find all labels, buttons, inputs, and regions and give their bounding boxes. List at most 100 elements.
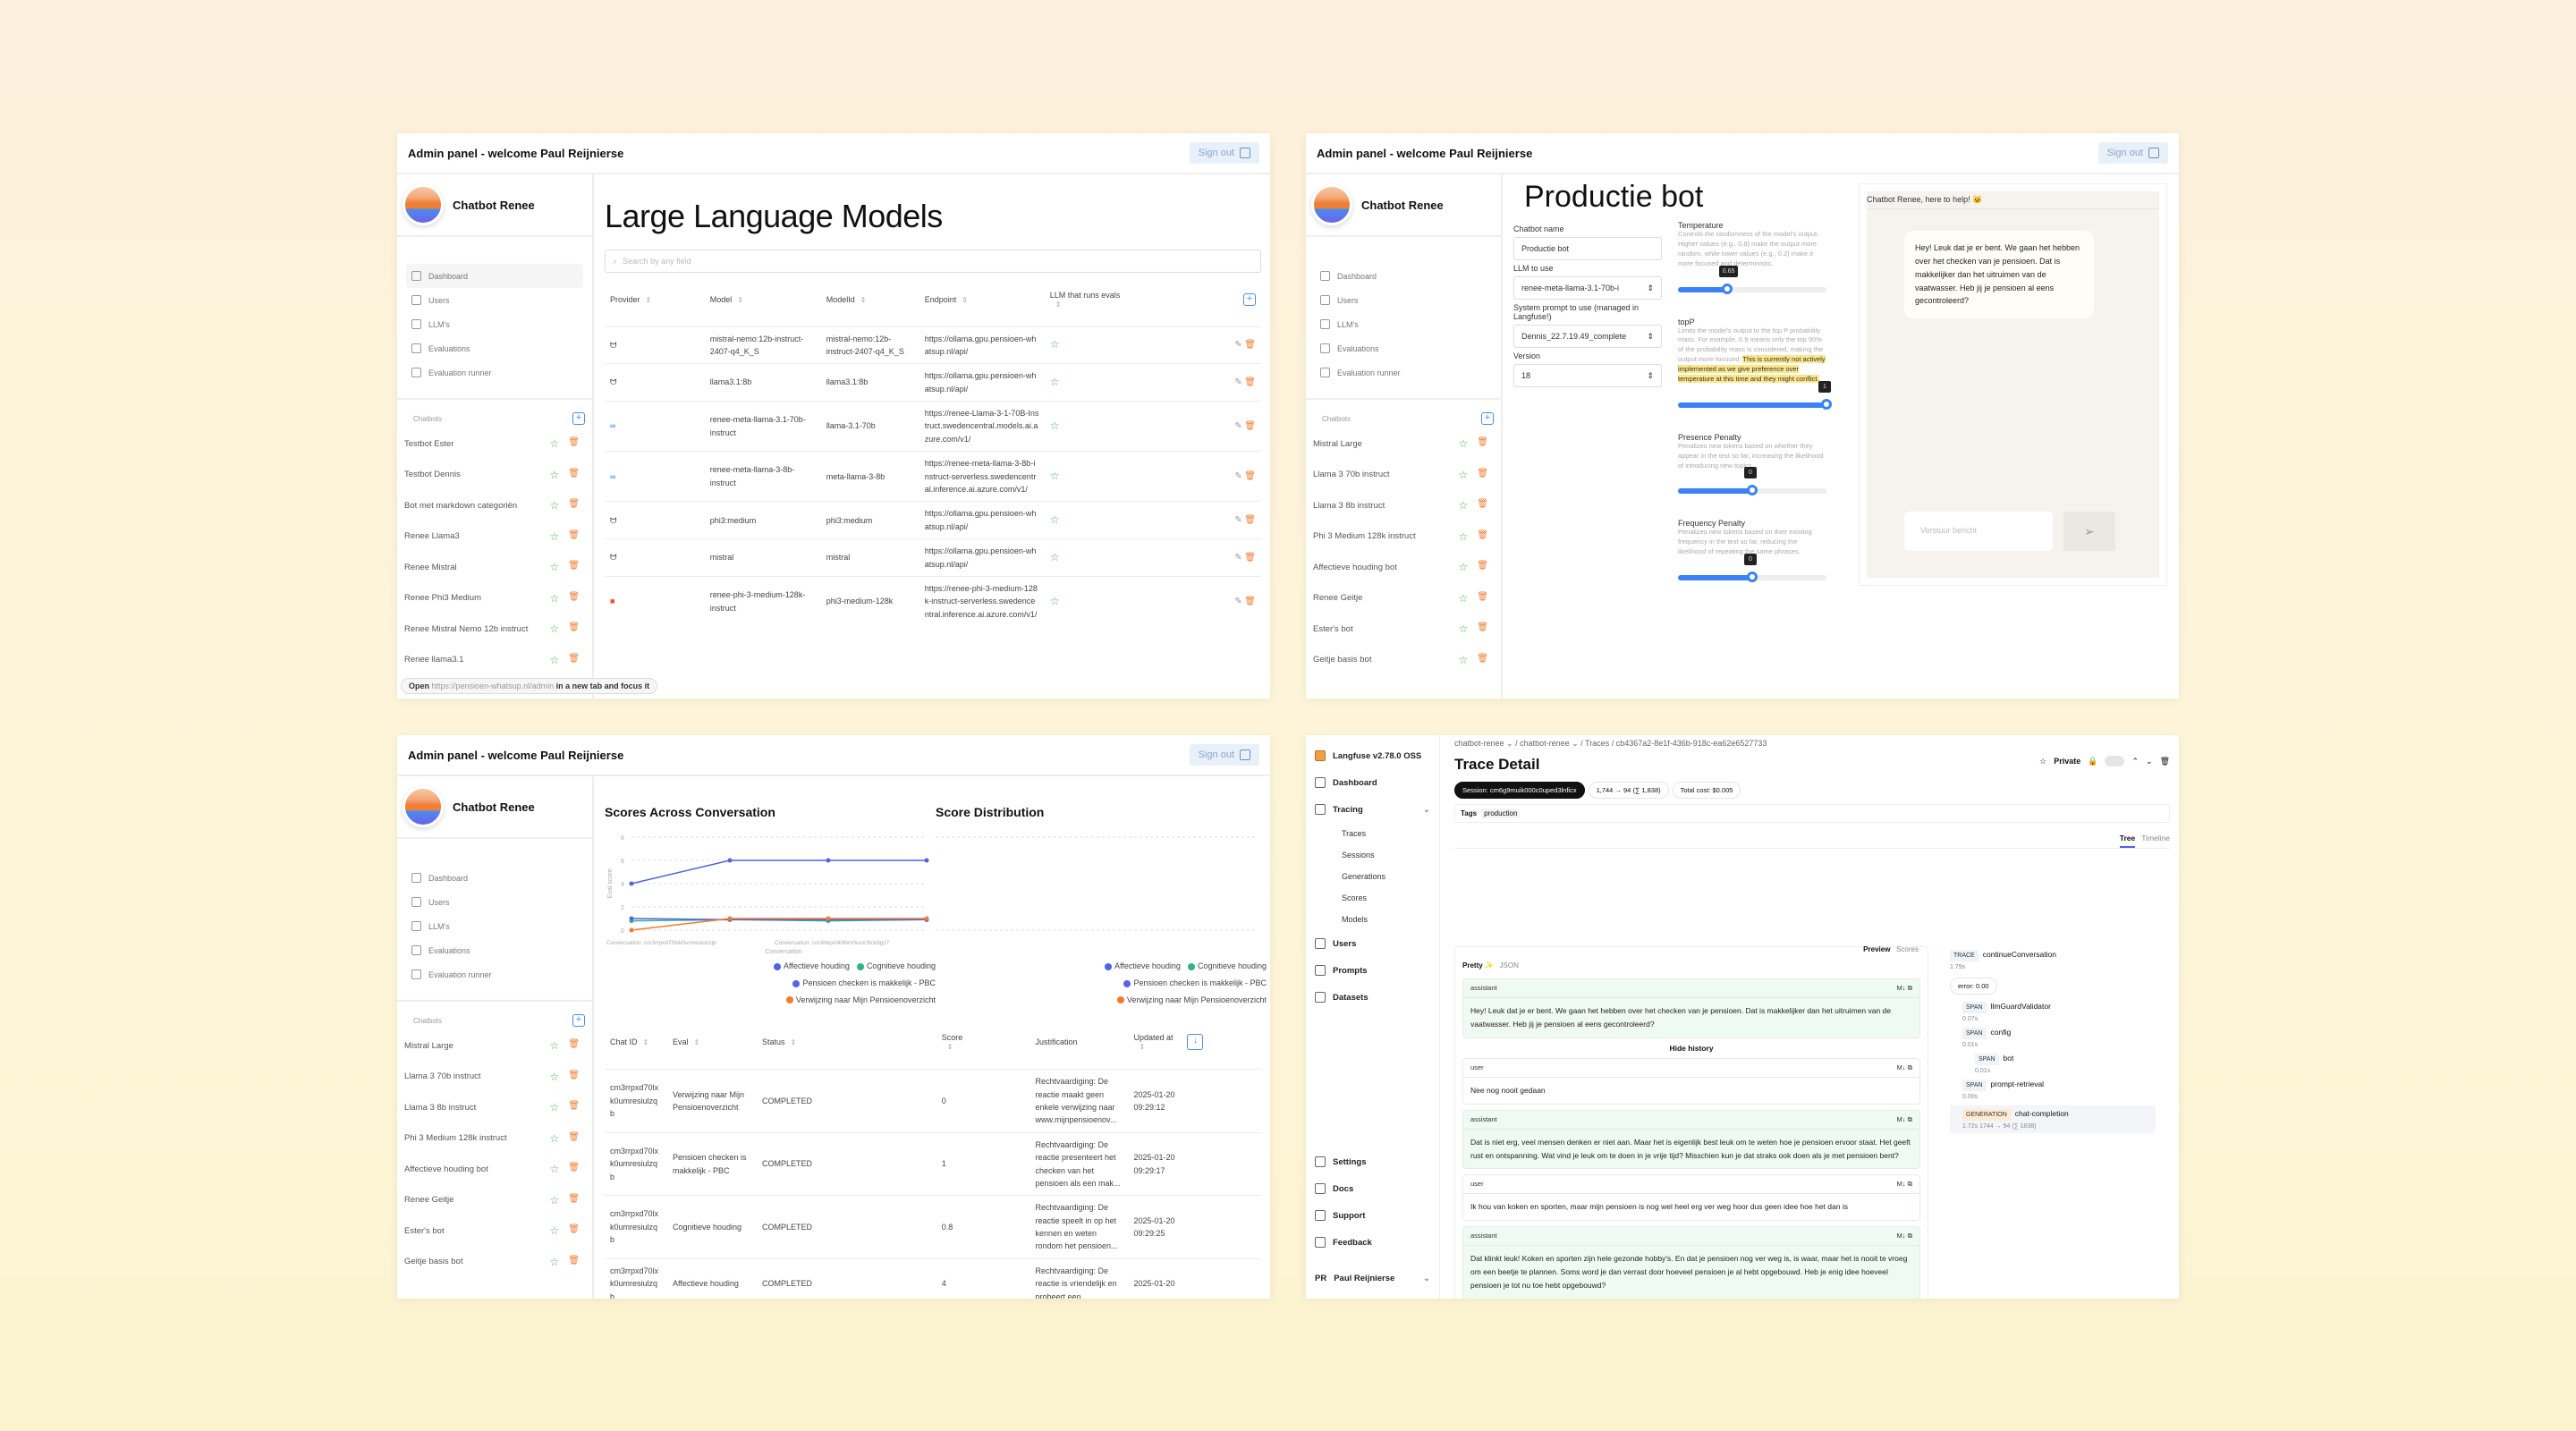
star-icon[interactable]: ☆ [550,654,560,666]
nav-evaluation-runner[interactable]: Evaluation runner [406,360,583,385]
star-icon[interactable]: ☆ [550,1039,560,1052]
send-button[interactable]: ➢ [2063,512,2115,551]
col-modelid[interactable]: ModelId ⇕ [821,273,919,326]
eval-llm-star[interactable]: ☆ [1050,595,1060,607]
edit-icon[interactable]: ✎ [1234,377,1241,387]
chatbot-item[interactable]: Llama 3 70b instruct ☆ 🗑 [404,1062,585,1093]
nav-generations[interactable]: Generations [1315,866,1430,887]
eval-llm-star[interactable]: ☆ [1050,419,1060,432]
trash-icon[interactable]: 🗑 [1244,340,1256,350]
copy-icon[interactable]: ⧉ [1908,984,1912,992]
chatbot-item[interactable]: Renee Mistral Nemo 12b instruct ☆ 🗑 [404,614,585,645]
llm-select[interactable]: renee-meta-llama-3.1-70b-i ⇕ [1513,276,1662,300]
legend-item[interactable]: Pensioen checken is makkelijk - PBC [1116,978,1267,987]
trash-icon[interactable]: 🗑 [1244,471,1256,481]
nav-users[interactable]: Users [406,890,583,914]
star-icon[interactable]: ☆ [550,1132,560,1145]
star-icon[interactable]: ☆ [550,1163,560,1175]
sign-out-button[interactable]: Sign out [1189,142,1259,164]
trash-icon[interactable]: 🗑 [1477,561,1488,573]
col-provider[interactable]: Provider ⇕ [605,273,705,326]
next-button[interactable]: ⌄ [2146,757,2153,766]
col-score[interactable]: Score ⇕ [936,1016,1030,1070]
chatbot-item[interactable]: Mistral Large ☆ 🗑 [404,1030,585,1062]
chatbot-item[interactable]: Renee llama3.1 ☆ 🗑 [404,645,585,676]
nav-dashboard[interactable]: Dashboard [1315,769,1430,796]
session-chip[interactable]: Session: cm6g9muik000c0uped3lnficx [1454,782,1585,799]
legend-item[interactable]: Verwijzing naar Mijn Pensioenoverzicht [779,995,936,1004]
trash-icon[interactable]: 🗑 [1477,622,1488,635]
col-endpoint[interactable]: Endpoint ⇕ [919,273,1045,326]
legend-item[interactable]: Cognitieve houding [1181,961,1267,970]
trash-icon[interactable]: 🗑 [1477,592,1488,605]
col-chat-id[interactable]: Chat ID ⇕ [605,1016,667,1070]
copy-icon[interactable]: ⧉ [1908,1063,1912,1071]
trash-icon[interactable]: 🗑 [568,469,580,481]
tab-json[interactable]: JSON [1500,961,1519,970]
trash-icon[interactable]: 🗑 [1244,421,1256,431]
trash-icon[interactable]: 🗑 [1477,654,1488,666]
edit-icon[interactable]: ✎ [1234,597,1241,606]
nav-support[interactable]: Support [1315,1202,1430,1229]
nav-dashboard[interactable]: Dashboard [406,866,583,890]
chatbot-item[interactable]: Testbot Dennis ☆ 🗑 [404,460,585,491]
nav-evaluation-runner[interactable]: Evaluation runner [406,962,583,986]
nav-dashboard[interactable]: Dashboard [406,264,583,288]
nav-llms[interactable]: LLM's [406,312,583,336]
star-icon[interactable]: ☆ [1459,469,1469,481]
nav-sessions[interactable]: Sessions [1315,844,1430,866]
chatbot-item[interactable]: Mistral Large ☆ 🗑 [1313,428,1494,460]
tab-timeline[interactable]: Timeline [2141,834,2170,843]
add-chatbot-button[interactable]: + [1481,412,1494,425]
nav-users[interactable]: Users [406,288,583,312]
chatbot-item[interactable]: Bot met markdown categoriën ☆ 🗑 [404,490,585,521]
legend-item[interactable]: Affectieve houding [1097,961,1181,970]
legend-item[interactable]: Verwijzing naar Mijn Pensioenoverzicht [1110,995,1267,1004]
nav-docs[interactable]: Docs [1315,1175,1430,1202]
chatbot-item[interactable]: Renee Geitje ☆ 🗑 [1313,583,1494,614]
add-chatbot-button[interactable]: + [572,1014,585,1027]
col-status[interactable]: Status ⇕ [757,1016,936,1070]
chatbot-item[interactable]: Llama 3 70b instruct ☆ 🗑 [1313,460,1494,491]
chatbot-item[interactable]: Renee Geitje ☆ 🗑 [404,1185,585,1216]
system-prompt-select[interactable]: Dennis_22.7.19.49_complete ⇕ [1513,325,1662,348]
tree-node[interactable]: GENERATION chat-completion 1.72s 1744 → 94… [1950,1105,2156,1133]
col-eval-llm[interactable]: LLM that runs evals ⇕ [1045,273,1200,326]
markdown-icon[interactable]: M↓ [1897,1115,1906,1123]
star-icon[interactable]: ☆ [550,1256,560,1268]
edit-icon[interactable]: ✎ [1234,421,1241,431]
trash-icon[interactable]: 🗑 [1244,377,1256,387]
trash-icon[interactable]: 🗑 [568,1071,580,1083]
edit-icon[interactable]: ✎ [1234,471,1241,481]
trash-icon[interactable]: 🗑 [1477,530,1488,543]
chatbot-item[interactable]: Affectieve houding bot ☆ 🗑 [1313,552,1494,583]
col-eval[interactable]: Eval ⇕ [667,1016,757,1070]
trash-icon[interactable]: 🗑 [568,1163,580,1175]
chatbot-item[interactable]: Llama 3 8b instruct ☆ 🗑 [1313,490,1494,521]
star-icon[interactable]: ☆ [550,561,560,573]
trash-icon[interactable]: 🗑 [568,437,580,450]
eval-llm-star[interactable]: ☆ [1050,376,1060,388]
trash-icon[interactable]: 🗑 [568,1101,580,1113]
trash-icon[interactable]: 🗑 [568,561,580,573]
star-icon[interactable]: ☆ [1459,654,1469,666]
nav-users[interactable]: Users [1315,930,1430,957]
star-icon[interactable]: ☆ [1459,622,1469,635]
trash-icon[interactable]: 🗑 [1244,553,1256,563]
edit-icon[interactable]: ✎ [1234,515,1241,525]
trash-icon[interactable]: 🗑 [1477,499,1488,512]
add-llm-button[interactable]: + [1243,292,1256,306]
add-chatbot-button[interactable]: + [572,412,585,425]
nav-dashboard[interactable]: Dashboard [1315,264,1492,288]
trash-icon[interactable]: 🗑 [568,1224,580,1237]
trash-icon[interactable]: 🗑 [568,1256,580,1268]
chatbot-item[interactable]: Llama 3 8b instruct ☆ 🗑 [404,1092,585,1123]
star-icon[interactable]: ☆ [2039,757,2046,766]
edit-icon[interactable]: ✎ [1234,553,1241,563]
nav-users[interactable]: Users [1315,288,1492,312]
chatbot-name-input[interactable]: Productie bot [1513,237,1662,260]
markdown-icon[interactable]: M↓ [1897,1180,1906,1188]
chatbot-item[interactable]: Renee Phi3 Medium ☆ 🗑 [404,583,585,614]
trash-icon[interactable]: 🗑 [568,499,580,512]
tree-node[interactable]: SPAN prompt-retrieval 0.00s [1950,1080,2156,1100]
